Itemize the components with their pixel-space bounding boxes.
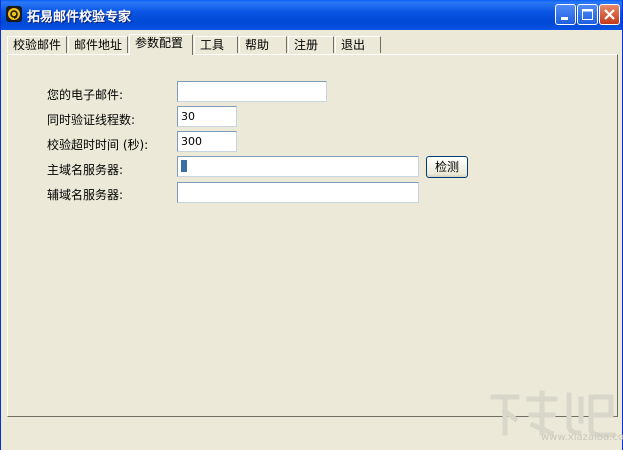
email-label: 您的电子邮件:	[47, 88, 124, 102]
tab-register[interactable]: 注册	[288, 36, 334, 53]
threads-label: 同时验证线程数:	[47, 113, 136, 127]
tab-tools[interactable]: 工具	[194, 36, 238, 53]
email-field[interactable]	[177, 81, 327, 102]
primary-dns-field[interactable]	[177, 156, 419, 177]
window-title: 拓易邮件校验专家	[27, 10, 132, 25]
minimize-button[interactable]	[555, 4, 576, 25]
app-logo-icon	[6, 6, 22, 22]
timeout-label: 校验超时时间 (秒):	[47, 138, 149, 152]
close-button[interactable]	[599, 4, 620, 25]
threads-field[interactable]: 30	[177, 106, 237, 127]
detect-button[interactable]: 检测	[426, 156, 468, 178]
close-icon	[604, 9, 615, 20]
timeout-field[interactable]: 300	[177, 131, 237, 152]
tab-verify-mail[interactable]: 校验邮件	[7, 36, 67, 53]
primary-dns-label: 主域名服务器:	[47, 163, 124, 177]
secondary-dns-field[interactable]	[177, 182, 419, 203]
tab-settings[interactable]: 参数配置	[129, 34, 193, 55]
watermark-text: www.xiazaiba.com	[541, 432, 623, 443]
tab-exit[interactable]: 退出	[335, 36, 381, 53]
maximize-icon	[582, 9, 593, 20]
tab-mail-address[interactable]: 邮件地址	[68, 36, 128, 53]
title-bar[interactable]: 拓易邮件校验专家	[1, 0, 622, 30]
settings-panel: 您的电子邮件: 同时验证线程数: 30 校验超时时间 (秒): 300 主域名服…	[7, 54, 618, 417]
maximize-button[interactable]	[577, 4, 598, 25]
app-window: 拓易邮件校验专家 校验邮件 邮件地址 参数配置 工具 帮助 注册 退出 您的电子…	[0, 0, 623, 450]
tab-bar: 校验邮件 邮件地址 参数配置 工具 帮助 注册 退出	[7, 34, 607, 56]
tab-help[interactable]: 帮助	[239, 36, 287, 53]
secondary-dns-label: 辅域名服务器:	[47, 188, 124, 202]
minimize-icon	[561, 17, 568, 20]
text-cursor	[181, 160, 187, 172]
